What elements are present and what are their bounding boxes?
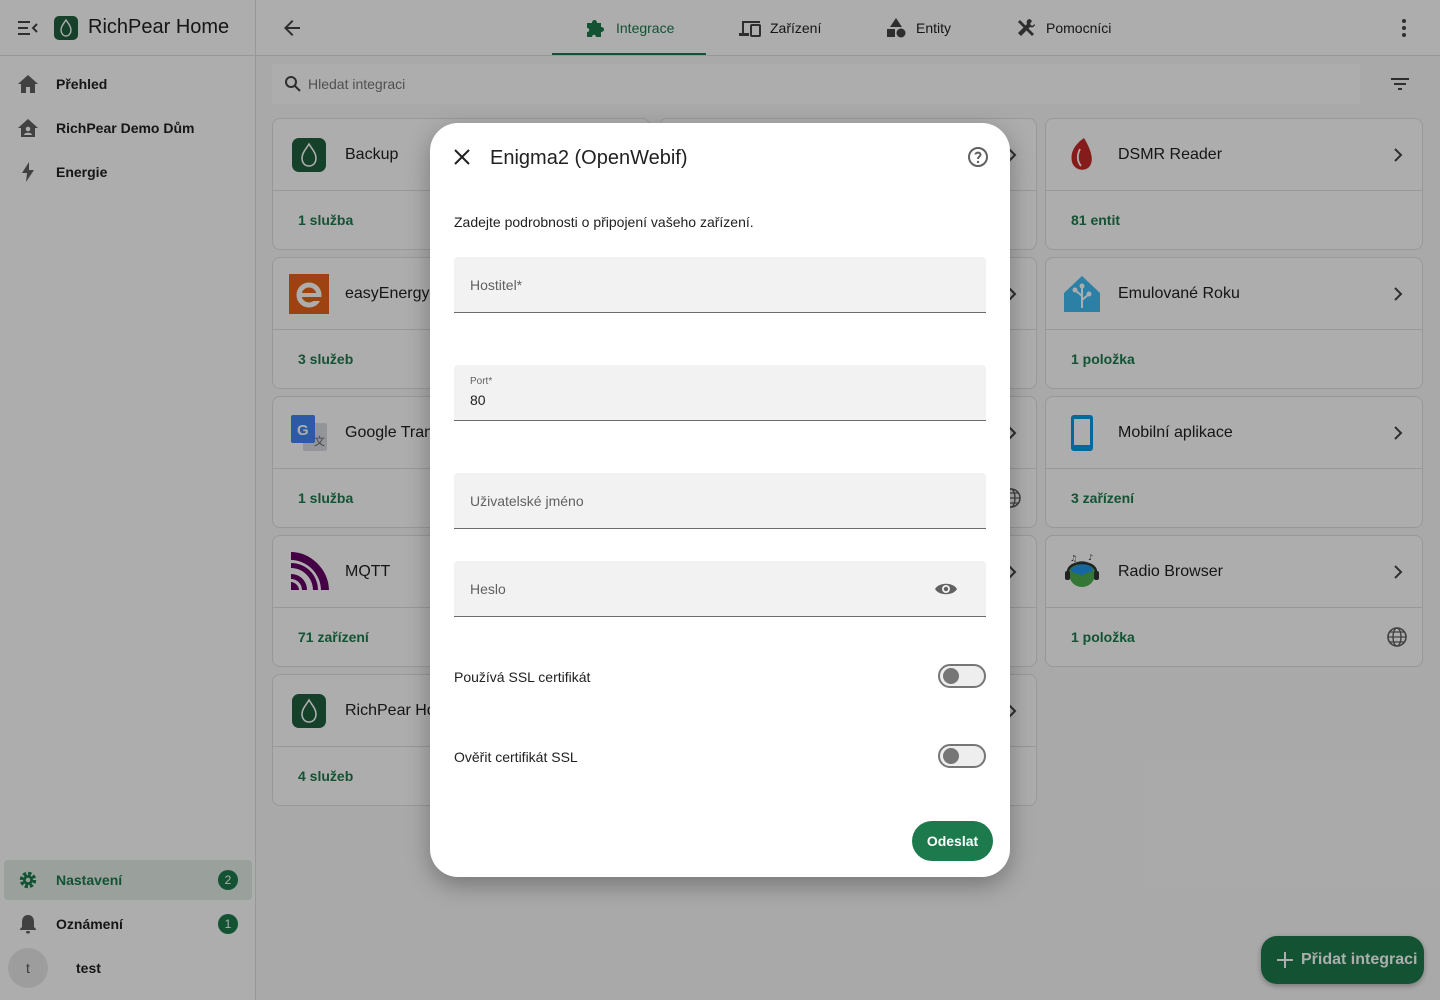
help-icon[interactable] — [966, 145, 990, 169]
ssl-row: Používá SSL certifikát — [454, 664, 986, 690]
field-value: 80 — [470, 392, 486, 408]
switch-label: Ověřit certifikát SSL — [454, 749, 578, 765]
field-label: Port* — [470, 376, 493, 387]
username-field[interactable]: Uživatelské jméno — [454, 473, 986, 529]
config-flow-dialog: Enigma2 (OpenWebif) Zadejte podrobnosti … — [430, 123, 1010, 877]
field-label: Heslo — [470, 581, 506, 597]
field-label: Hostitel* — [470, 277, 523, 293]
host-field[interactable]: Hostitel* — [454, 257, 986, 313]
password-field[interactable]: Heslo — [454, 561, 986, 617]
ssl-toggle[interactable] — [938, 664, 986, 688]
eye-icon[interactable] — [934, 579, 958, 599]
verify-ssl-toggle[interactable] — [938, 744, 986, 768]
submit-button[interactable]: Odeslat — [912, 821, 993, 861]
field-label: Uživatelské jméno — [470, 493, 584, 509]
dialog-title: Enigma2 (OpenWebif) — [490, 147, 688, 169]
switch-label: Používá SSL certifikát — [454, 669, 591, 685]
close-icon[interactable] — [450, 145, 474, 169]
port-field[interactable]: Port* 80 — [454, 365, 986, 421]
dialog-description: Zadejte podrobnosti o připojení vašeho z… — [454, 214, 754, 230]
verify-ssl-row: Ověřit certifikát SSL — [454, 744, 986, 770]
